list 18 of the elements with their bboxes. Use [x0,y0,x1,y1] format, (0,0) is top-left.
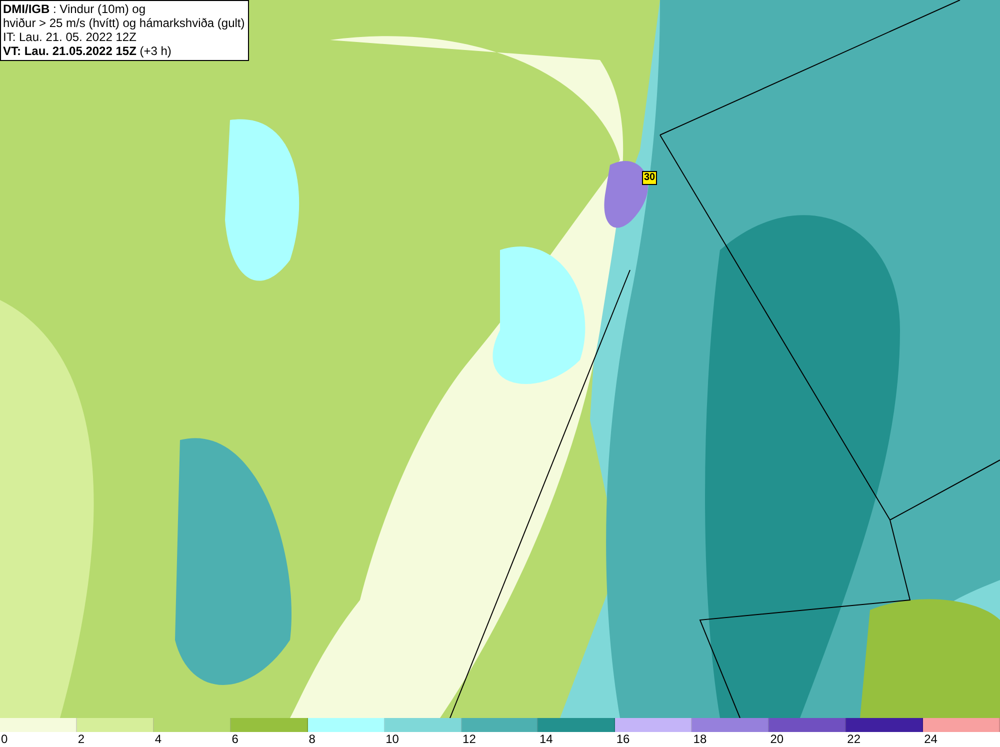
legend-label: 20 [769,732,784,746]
title-line: VT: Lau. 21.05.2022 15Z (+3 h) [3,44,172,58]
legend-label: 18 [692,732,707,746]
legend-label: 2 [76,732,85,746]
legend-label: 10 [384,732,399,746]
legend-label: 4 [154,732,162,746]
max-gust-label: 30 [642,171,658,185]
legend-label: 8 [308,732,316,746]
legend-label: 16 [615,732,630,746]
legend-label: 0 [0,732,8,746]
legend-label: 12 [462,732,476,746]
legend-label: 6 [230,732,238,746]
legend-label: 24 [923,732,938,746]
title-line: hviður > 25 m/s (hvítt) og hámarkshviða (gult) [3,16,245,30]
legend-label: 22 [846,732,860,746]
title-line: DMI/IGB : Vindur (10m) og [3,2,146,16]
title-line: IT: Lau. 21. 05. 2022 12Z [3,30,138,44]
legend-label: 14 [538,732,553,746]
